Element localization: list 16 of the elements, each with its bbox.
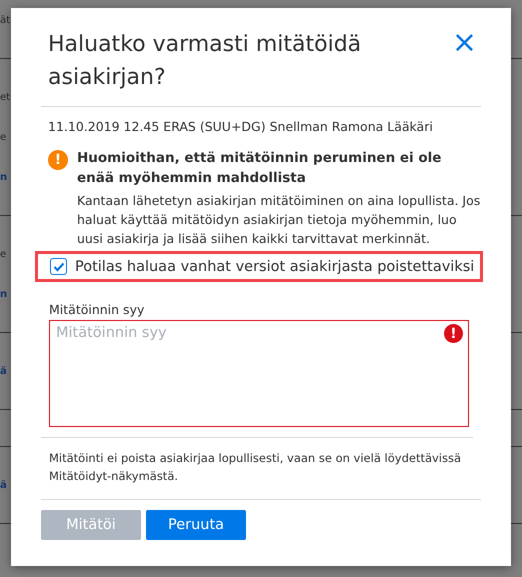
- field-label: Mitätöinnin syy: [49, 302, 146, 317]
- checkbox[interactable]: [50, 258, 67, 275]
- error-icon: !: [444, 324, 463, 343]
- background-text: e: [0, 132, 6, 142]
- warning-text: Kantaan lähetetyn asiakirjan mitätöiminen on aina lopullista. Jos haluat käyttää mitätöidyn asiakirjan tietoja myöhemmin, luo uusi asiakirja ja lisää siihen kaikki tarvittavat merkinnät.: [77, 192, 481, 248]
- background-text: ät: [0, 14, 10, 26]
- dialog-title: Haluatko varmasti mitätöidä asiakirjan?: [48, 31, 362, 92]
- dialog-button[interactable]: Peruuta: [146, 510, 246, 540]
- checkbox-label[interactable]: Potilas haluaa vanhat versiot asiakirjasta poistettaviksi: [75, 258, 474, 274]
- background-text: e: [0, 248, 6, 260]
- background-text: et: [0, 92, 10, 102]
- warning-title: Huomioithan, että mitätöinnin peruminen ei ole enää myöhemmin mahdollista: [77, 149, 442, 188]
- checkmark-icon: [52, 262, 64, 272]
- info-note: Mitätöinti ei poista asiakirjaa lopullisesti, vaan se on vielä löydettävissä Mitätöidyt-näkymästä.: [49, 450, 462, 485]
- document-info: 11.10.2019 12.45 ERAS (SUU+DG) Snellman Ramona Lääkäri: [48, 119, 434, 134]
- warning-icon: !: [48, 150, 68, 170]
